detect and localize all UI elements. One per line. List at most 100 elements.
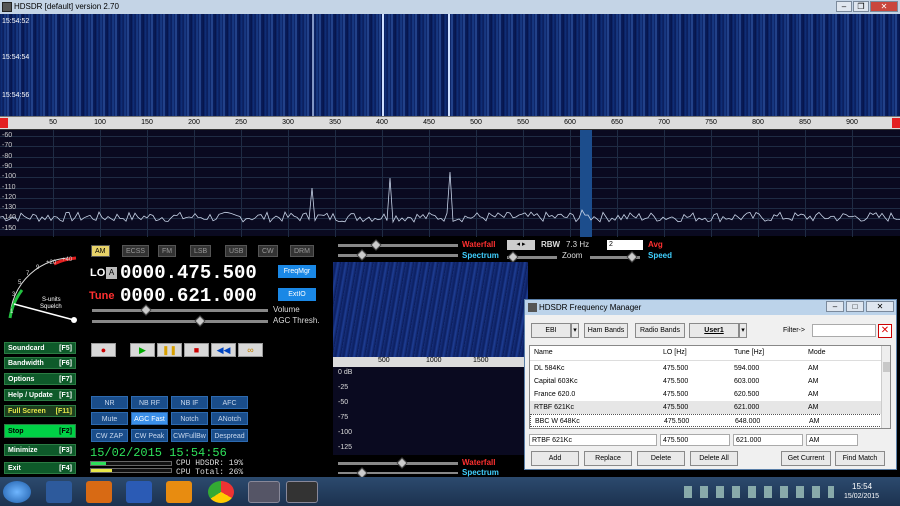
fm-add-button[interactable]: Add — [531, 451, 579, 466]
taskbar-date[interactable]: 15/02/2015 — [844, 493, 879, 500]
fm-group-dropdown-icon[interactable]: ▾ — [571, 323, 579, 338]
table-row[interactable]: Capital 603Kc 475.500 603.000 AM — [530, 375, 882, 388]
freqmgr-button[interactable]: FreqMgr — [278, 265, 316, 278]
fm-scrollbar[interactable] — [881, 346, 890, 428]
notch-button[interactable]: Notch — [171, 412, 208, 425]
waterfall-slider-bottom[interactable] — [338, 457, 458, 469]
mode-drm[interactable]: DRM — [290, 245, 314, 257]
spectrum-slider[interactable] — [338, 249, 458, 261]
table-row[interactable]: France 620.0 475.500 620.500 AM — [530, 388, 882, 401]
fm-col-lo[interactable]: LO [Hz] — [663, 349, 687, 356]
fm-delete-all-button[interactable]: Delete All — [690, 451, 738, 466]
chrome-icon[interactable] — [208, 481, 234, 503]
loop-icon[interactable]: ∞ — [238, 343, 263, 357]
help-update-button[interactable]: Help / Update [F1] — [4, 389, 76, 401]
fm-delete-button[interactable]: Delete — [637, 451, 685, 466]
mode-fm[interactable]: FM — [158, 245, 177, 257]
mode-usb[interactable]: USB — [225, 245, 248, 257]
scroll-left-icon[interactable] — [0, 118, 8, 128]
fm-lo-field[interactable]: 475.500 — [660, 434, 730, 446]
minimize-button[interactable]: Minimize [F3] — [4, 444, 76, 456]
save-app-icon[interactable] — [46, 481, 72, 503]
afc-button[interactable]: AFC — [211, 396, 248, 409]
main-waterfall[interactable]: 15:54:52 15:54:54 15:54:56 — [0, 14, 900, 116]
lo-frequency[interactable]: 0000.475.500 — [120, 262, 257, 284]
extio-button[interactable]: ExtIO — [278, 288, 316, 301]
nb-if-button[interactable]: NB IF — [171, 396, 208, 409]
minimize-icon[interactable]: – — [836, 1, 852, 12]
table-row[interactable]: BBC W 648Kc 475.500 648.000 AM — [530, 414, 882, 427]
frequency-scale[interactable]: 50 100 150 200 250 300 350 400 450 500 550 600 650 70… — [0, 116, 900, 129]
soundcard-button[interactable]: Soundcard [F5] — [4, 342, 76, 354]
taskbar-time[interactable]: 15:54 — [852, 482, 872, 491]
record-icon[interactable]: ● — [91, 343, 116, 357]
anotch-button[interactable]: ANotch — [211, 412, 248, 425]
audio-spectrum[interactable]: 0 dB -25 -50 -75 -100 -125 — [333, 367, 528, 455]
cw-fullbw-button[interactable]: CWFullBw — [171, 429, 208, 442]
table-row-selected[interactable]: RTBF 621Kc 475.500 621.000 AM — [530, 401, 882, 414]
agc-fast-button[interactable]: AGC Fast — [131, 412, 168, 425]
rewind-icon[interactable]: ◀◀ — [211, 343, 236, 357]
bandwidth-button[interactable]: Bandwidth [F6] — [4, 357, 76, 369]
mode-lsb[interactable]: LSB — [190, 245, 212, 257]
nb-rf-button[interactable]: NB RF — [131, 396, 168, 409]
fm-col-tune[interactable]: Tune [Hz] — [734, 349, 764, 356]
office-icon[interactable] — [166, 481, 192, 503]
word-icon[interactable] — [126, 481, 152, 503]
fm-filter-input[interactable] — [812, 324, 876, 337]
maximize-icon[interactable]: ❐ — [853, 1, 869, 12]
fm-name-field[interactable]: RTBF 621Kc — [529, 434, 657, 446]
audio-waterfall[interactable] — [333, 262, 528, 357]
exit-button[interactable]: Exit [F4] — [4, 462, 76, 474]
fm-clear-filter-icon[interactable]: ✕ — [878, 324, 892, 338]
fm-find-match-button[interactable]: Find Match — [835, 451, 885, 466]
scroll-right-icon[interactable] — [892, 118, 900, 128]
camera-app-icon[interactable] — [286, 481, 318, 503]
nr-button[interactable]: NR — [91, 396, 128, 409]
fm-close-icon[interactable]: ✕ — [866, 301, 894, 312]
volume-slider[interactable] — [92, 304, 268, 316]
avg-select[interactable]: 2 — [607, 240, 643, 250]
spectrum-slider-bottom[interactable] — [338, 467, 458, 479]
fm-get-current-button[interactable]: Get Current — [781, 451, 831, 466]
fm-replace-button[interactable]: Replace — [584, 451, 632, 466]
play-icon[interactable]: ▶ — [130, 343, 155, 357]
pause-icon[interactable]: ❚❚ — [157, 343, 182, 357]
mode-cw[interactable]: CW — [258, 245, 278, 257]
system-tray-icons[interactable] — [684, 486, 834, 498]
despread-button[interactable]: Despread — [211, 429, 248, 442]
spectrum-display[interactable]: -60 -70 -80 -90 -100 -110 -120 -130 -140 -150 — [0, 129, 900, 237]
options-button[interactable]: Options [F7] — [4, 373, 76, 385]
rbw-arrows[interactable]: ◂ ▸ — [507, 240, 535, 250]
mute-button[interactable]: Mute — [91, 412, 128, 425]
stop-icon[interactable]: ■ — [184, 343, 209, 357]
fm-maximize-icon[interactable]: □ — [846, 301, 864, 312]
start-button[interactable] — [3, 481, 31, 503]
fm-tune-field[interactable]: 621.000 — [733, 434, 803, 446]
fm-minimize-icon[interactable]: – — [826, 301, 844, 312]
speed-slider[interactable] — [590, 251, 640, 263]
cw-zap-button[interactable]: CW ZAP — [91, 429, 128, 442]
fm-tab-radio-bands[interactable]: Radio Bands — [635, 323, 685, 338]
media-player-icon[interactable] — [86, 481, 112, 503]
close-icon[interactable]: ✕ — [870, 1, 898, 12]
stop-button[interactable]: Stop [F2] — [4, 424, 76, 438]
mode-am[interactable]: AM — [91, 245, 110, 257]
fm-col-mode[interactable]: Mode — [808, 349, 826, 356]
mode-ecss[interactable]: ECSS — [122, 245, 150, 257]
full-screen-button[interactable]: Full Screen [F11] — [4, 405, 76, 417]
table-row[interactable]: DL 584Kc 475.500 594.000 AM — [530, 362, 882, 375]
hdsdr-taskbar-icon[interactable] — [248, 481, 280, 503]
fm-tab-user1[interactable]: User1 — [689, 323, 739, 338]
agc-threshold-slider[interactable] — [92, 315, 268, 327]
fm-col-name[interactable]: Name — [534, 349, 553, 356]
fm-user-dropdown-icon[interactable]: ▾ — [739, 323, 747, 338]
fm-tab-ham-bands[interactable]: Ham Bands — [584, 323, 628, 338]
fm-mode-field[interactable]: AM — [806, 434, 858, 446]
fm-group-select[interactable]: EBI — [531, 323, 571, 338]
lo-badge[interactable]: A — [106, 267, 117, 279]
zoom-slider[interactable] — [507, 251, 557, 263]
tune-frequency[interactable]: 0000.621.000 — [120, 285, 257, 307]
cw-peak-button[interactable]: CW Peak — [131, 429, 168, 442]
waterfall-slider[interactable] — [338, 239, 458, 251]
